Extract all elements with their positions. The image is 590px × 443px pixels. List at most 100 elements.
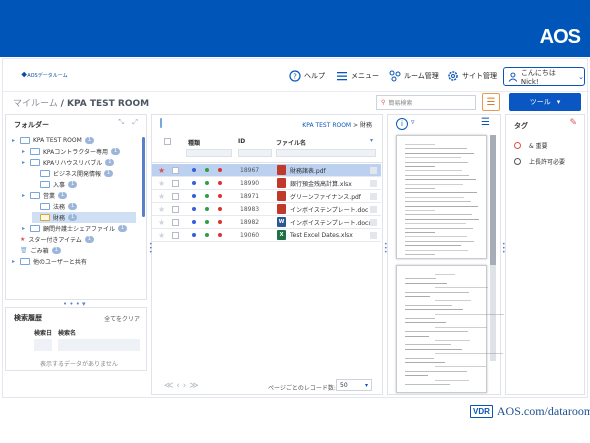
path-room[interactable]: KPA TEST ROOM [302,122,351,129]
search-options-button[interactable]: ☰ [482,93,500,111]
folder-item[interactable]: ▸ 他のユーザーと共有 [12,256,87,267]
text-line [405,291,469,293]
folder-item[interactable]: ▸ KPA TEST ROOM 1 [12,135,94,146]
tag-item[interactable]: & 重要 [514,141,548,150]
text-line [435,300,471,302]
file-name[interactable]: グリーンファイナンス.pdf [290,192,361,201]
history-name-filter[interactable] [58,339,140,351]
row-action[interactable] [370,218,377,226]
hamburger-icon[interactable]: ☰ [481,117,490,128]
star-icon[interactable]: ★ [158,179,165,188]
tag-item[interactable]: 上長許可必要 [514,157,565,166]
col-type-header[interactable]: 種類 [188,138,200,147]
row-checkbox[interactable] [172,166,179,174]
expand-caret-icon[interactable]: ▸ [12,258,17,265]
site-management-button[interactable]: サイト管理 [447,70,497,82]
row-action[interactable] [370,205,377,213]
table-row[interactable]: ★ 18990 銀行預金残高計算.xlsx [152,177,381,190]
tools-button[interactable]: ツール ▾ [509,93,581,111]
star-icon[interactable]: ★ [158,166,165,175]
folder-scrollbar[interactable] [142,137,145,217]
app-logo[interactable]: ❖AOSデータルーム [21,71,68,79]
name-filter[interactable] [276,149,376,157]
row-checkbox[interactable] [172,179,179,187]
folder-item[interactable]: ビジネス開発情報 1 [32,168,114,179]
expand-caret-icon[interactable]: ▸ [22,159,27,166]
left-splitter[interactable]: • • • [149,242,153,256]
table-row[interactable]: ★ 18982 W インボイステンプレート.docx [152,216,381,229]
table-row[interactable]: ★ 18971 グリーンファイナンス.pdf [152,190,381,203]
row-checkbox[interactable] [172,192,179,200]
row-action[interactable] [370,192,377,200]
row-checkbox[interactable] [172,205,179,213]
col-name-header[interactable]: ファイル名 [276,138,306,147]
table-row[interactable]: ★ 18983 インボイステンプレート.doc [152,203,381,216]
file-name[interactable]: 財務諸表.pdf [290,166,326,175]
select-all-checkbox[interactable] [164,138,171,145]
row-action[interactable] [370,179,377,187]
page-size-select[interactable]: 50 ▾ [336,379,372,391]
star-icon[interactable]: ★ [158,192,165,201]
folder-icon [30,148,40,155]
file-list-panel: KPA TEST ROOM > 財務 種類 ID ファイル名 ▾ ★ 18967 財… [151,114,383,395]
search-input[interactable]: ⚲ 簡易検索 [376,95,476,110]
help-button[interactable]: ? ヘルプ [289,70,325,82]
clear-all-link[interactable]: 全てをクリア [104,314,140,323]
star-icon[interactable]: ★ [158,231,165,240]
id-filter[interactable] [238,149,272,157]
expand-caret-icon[interactable]: ▸ [22,192,27,199]
folder-item[interactable]: 🗑 ごみ箱 1 [12,245,61,256]
status-dot [192,207,196,211]
folder-item[interactable]: 法務 1 [32,201,78,212]
text-line [405,157,461,159]
folder-item[interactable]: ▸ 顧問弁護士シェアファイル 1 [22,223,128,234]
tags-panel: タグ ✎ & 重要 上長許可必要 [505,114,585,395]
folder-label: 入事 [53,182,66,189]
star-icon[interactable]: ★ [158,218,165,227]
preview-scrollbar[interactable] [490,135,496,361]
type-filter[interactable] [186,149,232,157]
row-checkbox[interactable] [172,231,179,239]
room-management-button[interactable]: ルーム管理 [389,70,439,82]
pager-nav[interactable]: ≪ ‹ › ≫ [164,381,199,391]
folder-item[interactable]: 財務 1 [32,212,136,223]
expand-caret-icon[interactable]: ▸ [22,148,27,155]
sort-icon[interactable]: ▾ [370,137,373,144]
user-icon [508,72,518,82]
shared-folder-icon [20,258,30,265]
footer-link[interactable]: AOS.com/dataroom [497,404,590,419]
menu-button[interactable]: メニュー [336,70,379,82]
table-row[interactable]: ★ 19060 X Test Excel Dates.xlsx [152,229,381,242]
collapse-icon[interactable]: ⤡ [118,118,124,127]
user-menu-button[interactable]: こんにちは Nick! ⌄ [503,67,585,86]
file-name[interactable]: インボイステンプレート.doc [290,205,368,214]
expand-caret-icon[interactable]: ▸ [22,225,27,232]
folder-item[interactable]: ▸ KPAコントラクター専用 1 [22,146,121,157]
right-splitter[interactable]: • • • [384,242,388,256]
chevron-down-icon[interactable]: ▿ [411,118,415,126]
search-icon: ⚲ [381,99,386,106]
folder-item[interactable]: ▸ 営業 1 [22,190,68,201]
folder-label: 他のユーザーと共有 [33,259,87,266]
file-id: 18983 [240,205,260,213]
status-dot [205,207,209,211]
folder-item[interactable]: ▸ KPAリハウスリバブル 1 [22,157,115,168]
table-row[interactable]: ★ 18967 財務諸表.pdf [152,164,381,177]
row-action[interactable] [370,231,377,239]
info-icon[interactable]: i [396,118,408,130]
edit-icon[interactable]: ✎ [569,118,577,128]
folder-panel: フォルダー ⤡ ⤢ ▸ KPA TEST ROOM 1 ▸ KPAコントラクター専用 1 ▸… [5,114,147,300]
folder-item[interactable]: 入事 1 [32,179,78,190]
row-action[interactable] [370,166,377,174]
file-name[interactable]: インボイステンプレート.docx [290,218,372,227]
col-id-header[interactable]: ID [238,138,245,145]
expand-icon[interactable]: ⤢ [132,118,138,127]
row-checkbox[interactable] [172,218,179,226]
star-icon[interactable]: ★ [158,205,165,214]
history-date-filter[interactable] [34,339,52,351]
breadcrumb-root[interactable]: マイルーム [13,99,58,109]
file-name[interactable]: Test Excel Dates.xlsx [290,232,353,239]
expand-caret-icon[interactable]: ▸ [12,137,17,144]
folder-item[interactable]: ★ スター付きアイテム 1 [12,234,94,245]
file-name[interactable]: 銀行預金残高計算.xlsx [290,179,352,188]
